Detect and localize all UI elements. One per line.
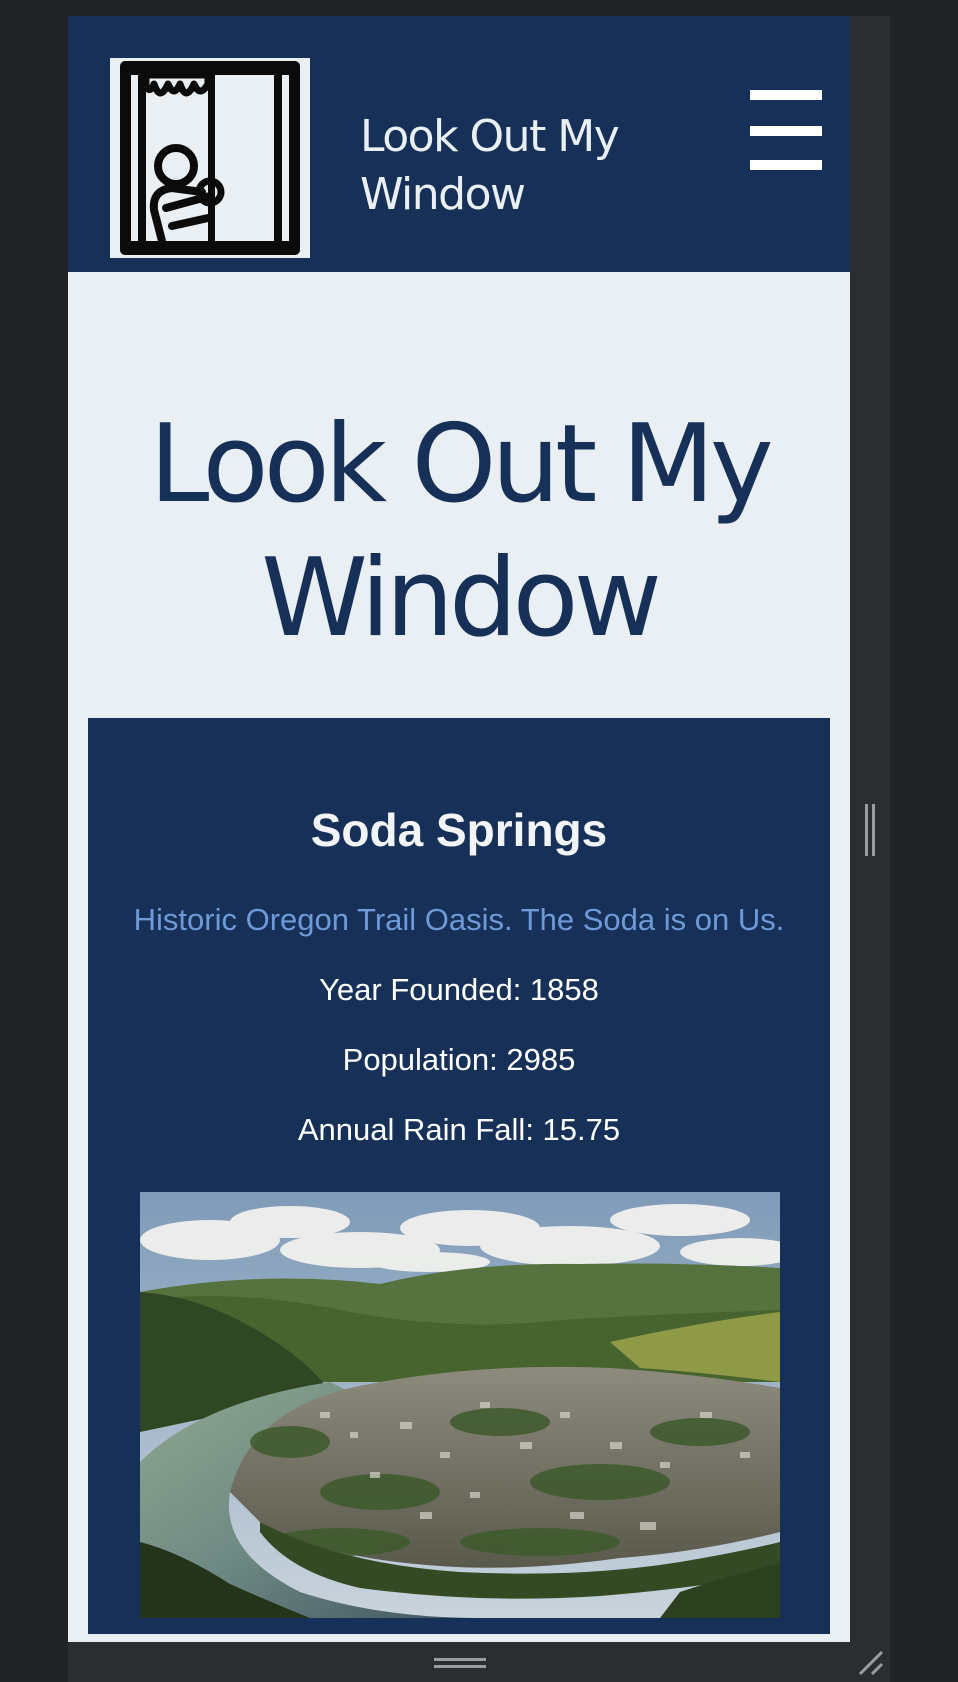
emulator-canvas: { "header": { "logo_icon": "person-at-wi… (0, 0, 958, 1682)
menu-bar-middle (750, 126, 822, 136)
year-founded: Year Founded: 1858 (319, 972, 599, 1007)
population: Population: 2985 (342, 1042, 576, 1077)
hero-title-line-2: Window (261, 536, 662, 661)
hamburger-menu-icon[interactable] (750, 90, 822, 170)
city-motto: Historic Oregon Trail Oasis. The Soda is… (133, 902, 785, 937)
person-at-window-icon (110, 58, 310, 258)
handle-line (865, 804, 868, 856)
site-logo[interactable] (110, 58, 310, 258)
resize-handle-side[interactable] (863, 804, 877, 856)
river-town-aerial-photo (140, 1192, 780, 1618)
hero-title-line-1: Look Out My (149, 402, 774, 527)
annual-rainfall: Annual Rain Fall: 15.75 (297, 1112, 621, 1147)
brand-line-2: Window (360, 169, 526, 220)
site-brand-name[interactable]: Look Out My Window (360, 108, 660, 224)
resize-handle-bottom[interactable] (434, 1656, 486, 1670)
city-name: Soda Springs (310, 804, 608, 856)
handle-line (434, 1665, 486, 1668)
handle-line (434, 1658, 486, 1661)
hero-title: Look Out My Window (68, 398, 850, 666)
menu-bar-top (750, 90, 822, 100)
page-viewport: Look Out My Window Look Out My Window So… (68, 16, 850, 1642)
menu-bar-bottom (750, 160, 822, 170)
city-card: Soda Springs Historic Oregon Trail Oasis… (88, 718, 830, 1634)
handle-line (872, 804, 875, 856)
resize-corner-icon[interactable] (856, 1648, 886, 1676)
site-header: Look Out My Window (68, 16, 850, 272)
brand-line-1: Look Out My (360, 111, 620, 162)
